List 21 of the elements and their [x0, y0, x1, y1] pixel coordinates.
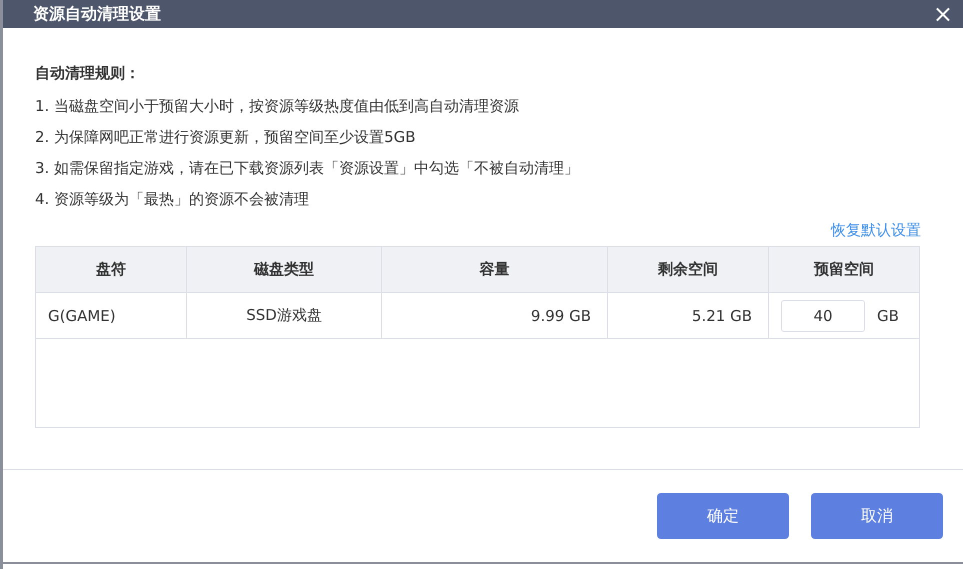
dialog-button[interactable]: 取消	[811, 493, 943, 539]
unit-label: GB	[877, 306, 899, 324]
rule-text: 4. 资源等级为「最热」的资源不会被清理	[35, 189, 310, 210]
rule-text: 1. 当磁盘空间小于预留大小时，按资源等级热度值由低到高自动清理资源	[35, 96, 520, 117]
rule-text: 2. 为保障网吧正常进行资源更新，预留空间至少设置5GB	[35, 127, 417, 148]
window-title: 资源自动清理设置	[33, 4, 161, 24]
table-cell: G(GAME)	[36, 293, 187, 338]
table-cell: 9.99 GB	[382, 293, 608, 338]
reserve-input[interactable]: 40	[781, 300, 865, 332]
restore-defaults-link[interactable]: 恢复默认设置	[831, 221, 921, 240]
column-header: 磁盘类型	[187, 247, 382, 292]
dialog-button[interactable]: 确定	[657, 493, 789, 539]
column-header: 盘符	[36, 247, 187, 292]
rules-heading: 自动清理规则：	[35, 64, 141, 83]
column-header: 剩余空间	[608, 247, 769, 292]
table-cell: 5.21 GB	[608, 293, 769, 338]
column-header: 容量	[382, 247, 608, 292]
table-cell: SSD游戏盘	[187, 293, 382, 338]
column-header: 预留空间	[812, 259, 875, 280]
rule-text: 3. 如需保留指定游戏，请在已下载资源列表「资源设置」中勾选「不被自动清理」	[35, 158, 580, 179]
close-button[interactable]: ×	[932, 2, 953, 26]
